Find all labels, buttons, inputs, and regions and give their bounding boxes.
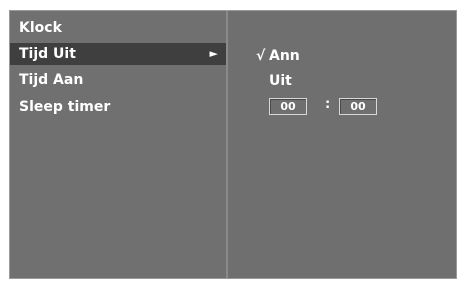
menu-item-label: Tijd Uit — [19, 46, 76, 62]
menu-item-label: Klock — [19, 20, 62, 36]
menu-item-klock[interactable]: Klock — [10, 17, 226, 39]
time-separator: : — [325, 97, 331, 112]
menu-item-label: Sleep timer — [19, 99, 111, 115]
check-icon: √ — [256, 48, 266, 64]
menu-item-tijd-aan[interactable]: Tijd Aan — [10, 69, 226, 91]
option-uit[interactable]: Uit — [269, 73, 292, 89]
tv-osd-menu: Klock Tijd Uit ► Tijd Aan Sleep timer √ … — [9, 10, 457, 279]
submenu-panel: √ Ann Uit 00 : 00 — [228, 11, 456, 278]
main-menu-panel: Klock Tijd Uit ► Tijd Aan Sleep timer — [10, 11, 228, 278]
option-ann[interactable]: Ann — [269, 48, 300, 64]
minutes-field[interactable]: 00 — [339, 98, 377, 115]
menu-item-sleep-timer[interactable]: Sleep timer — [10, 96, 226, 118]
menu-item-label: Tijd Aan — [19, 72, 84, 88]
menu-item-tijd-uit[interactable]: Tijd Uit ► — [10, 43, 226, 65]
arrow-right-icon: ► — [209, 47, 218, 60]
hours-field[interactable]: 00 — [269, 98, 307, 115]
